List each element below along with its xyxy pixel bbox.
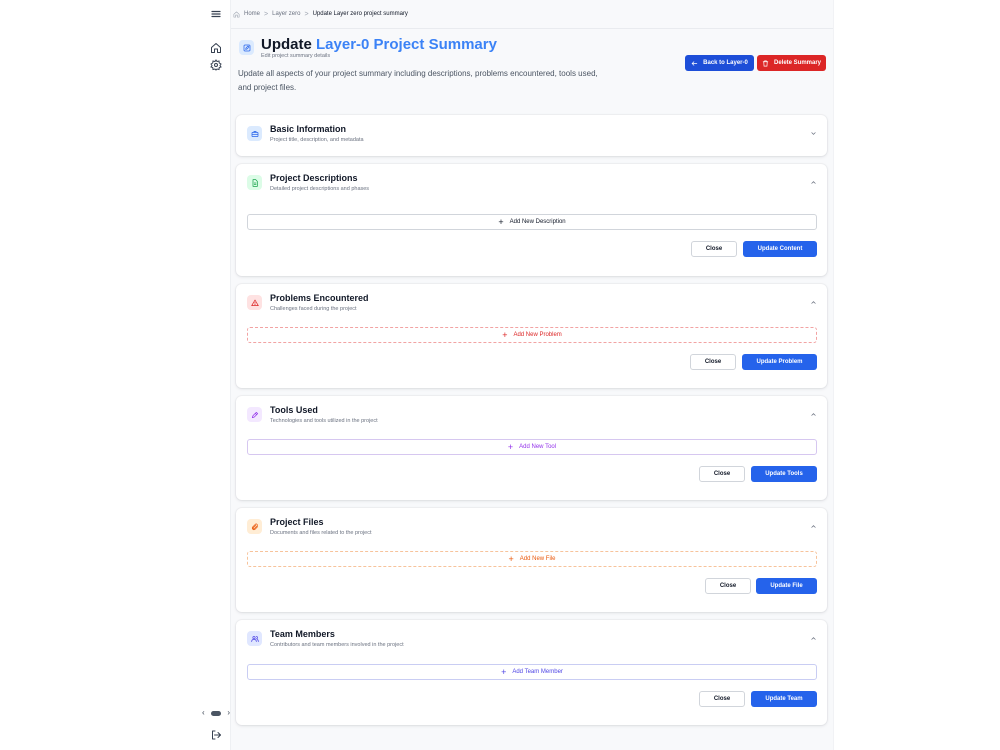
chevron-up-icon[interactable]: [808, 297, 818, 307]
briefcase-icon: [247, 126, 262, 141]
chevron-down-icon[interactable]: [808, 128, 818, 138]
main-content: Home > Layer zero > Update Layer zero pr…: [231, 0, 833, 750]
content-edge: [833, 0, 834, 750]
breadcrumb-home[interactable]: Home: [244, 11, 260, 17]
add-file-button[interactable]: + Add New File: [247, 551, 817, 567]
plus-icon: +: [507, 441, 514, 452]
section-subtitle: Technologies and tools utilized in the p…: [270, 418, 378, 424]
section-title: Tools Used: [270, 405, 318, 415]
add-description-button[interactable]: + Add New Description: [247, 214, 817, 230]
add-problem-button[interactable]: + Add New Problem: [247, 327, 817, 343]
breadcrumb: Home > Layer zero > Update Layer zero pr…: [233, 7, 408, 21]
page-description: Update all aspects of your project summa…: [238, 69, 598, 92]
add-tool-button[interactable]: + Add New Tool: [247, 439, 817, 455]
pager-indicator: [211, 710, 221, 716]
section-project-files: Project Files Documents and files relate…: [236, 508, 827, 612]
users-icon: [247, 631, 262, 646]
chevron-up-icon[interactable]: [808, 409, 818, 419]
breadcrumb-separator: >: [304, 10, 309, 18]
breadcrumb-separator: >: [264, 10, 269, 18]
header-divider: [231, 28, 833, 29]
section-tools-used: Tools Used Technologies and tools utiliz…: [236, 396, 827, 500]
update-problem-button[interactable]: Update Problem: [742, 354, 817, 370]
section-title: Team Members: [270, 629, 335, 639]
add-description-label: Add New Description: [509, 219, 566, 225]
section-title: Project Descriptions: [270, 173, 358, 183]
section-title: Basic Information: [270, 124, 347, 134]
breadcrumb-current: Update Layer zero project summary: [312, 11, 408, 17]
document-icon: [247, 175, 262, 190]
add-problem-label: Add New Problem: [513, 332, 562, 338]
section-subtitle: Contributors and team members involved i…: [270, 642, 404, 648]
edit-icon: [239, 40, 254, 55]
plus-icon: +: [501, 666, 507, 677]
pen-tool-icon: [247, 407, 262, 422]
sidebar-pager[interactable]: ‹ ›: [202, 708, 230, 718]
left-rail: ‹ ›: [0, 0, 231, 750]
plus-icon: +: [502, 329, 508, 340]
section-subtitle: Project title, description, and metadata: [270, 137, 364, 143]
add-file-label: Add New File: [519, 556, 556, 562]
close-button[interactable]: Close: [699, 691, 745, 707]
page-title-prefix: Update: [261, 36, 312, 53]
arrow-left-icon: [691, 60, 698, 66]
delete-summary-button[interactable]: Delete Summary: [757, 55, 826, 71]
close-button[interactable]: Close: [699, 466, 745, 482]
close-button[interactable]: Close: [691, 241, 737, 257]
section-problems-encountered: Problems Encountered Challenges faced du…: [236, 284, 827, 388]
breadcrumb-layer[interactable]: Layer zero: [272, 11, 300, 17]
paperclip-icon: [247, 519, 262, 534]
chevron-up-icon[interactable]: [808, 633, 818, 643]
page-subtitle: Edit project summary details: [261, 53, 331, 59]
chevron-up-icon[interactable]: [808, 521, 818, 531]
section-subtitle: Detailed project descriptions and phases: [270, 186, 370, 192]
section-title: Problems Encountered: [270, 293, 369, 303]
section-project-descriptions: Project Descriptions Detailed project de…: [236, 164, 827, 276]
page-title-accent: Layer-0 Project Summary: [316, 36, 497, 53]
update-tools-button[interactable]: Update Tools: [751, 466, 817, 482]
chevron-left-icon[interactable]: ‹: [202, 708, 205, 718]
section-subtitle: Documents and files related to the proje…: [270, 530, 372, 536]
add-tool-label: Add New Tool: [519, 444, 557, 450]
section-team-members: Team Members Contributors and team membe…: [236, 620, 827, 725]
section-subtitle: Challenges faced during the project: [270, 306, 357, 312]
trash-icon: [762, 60, 769, 66]
gear-icon[interactable]: [206, 55, 226, 75]
plus-icon: +: [498, 216, 504, 227]
chevron-up-icon[interactable]: [808, 177, 818, 187]
delete-summary-label: Delete Summary: [773, 60, 822, 66]
update-content-button[interactable]: Update Content: [743, 241, 817, 257]
logout-icon[interactable]: [206, 725, 226, 745]
page-title: Update Layer-0 Project Summary: [261, 36, 497, 53]
plus-icon: +: [508, 553, 514, 564]
section-title: Project Files: [270, 517, 324, 527]
add-team-member-button[interactable]: + Add Team Member: [247, 664, 817, 680]
section-basic-information: Basic Information Project title, descrip…: [236, 115, 827, 156]
close-button[interactable]: Close: [690, 354, 736, 370]
menu-icon[interactable]: [206, 4, 226, 24]
back-to-layer-button[interactable]: Back to Layer-0: [685, 55, 754, 71]
add-team-member-label: Add Team Member: [512, 669, 563, 675]
alert-triangle-icon: [247, 295, 262, 310]
update-file-button[interactable]: Update File: [756, 578, 817, 594]
update-team-button[interactable]: Update Team: [751, 691, 817, 707]
home-icon: [233, 10, 240, 17]
back-to-layer-label: Back to Layer-0: [703, 60, 748, 66]
close-button[interactable]: Close: [705, 578, 751, 594]
